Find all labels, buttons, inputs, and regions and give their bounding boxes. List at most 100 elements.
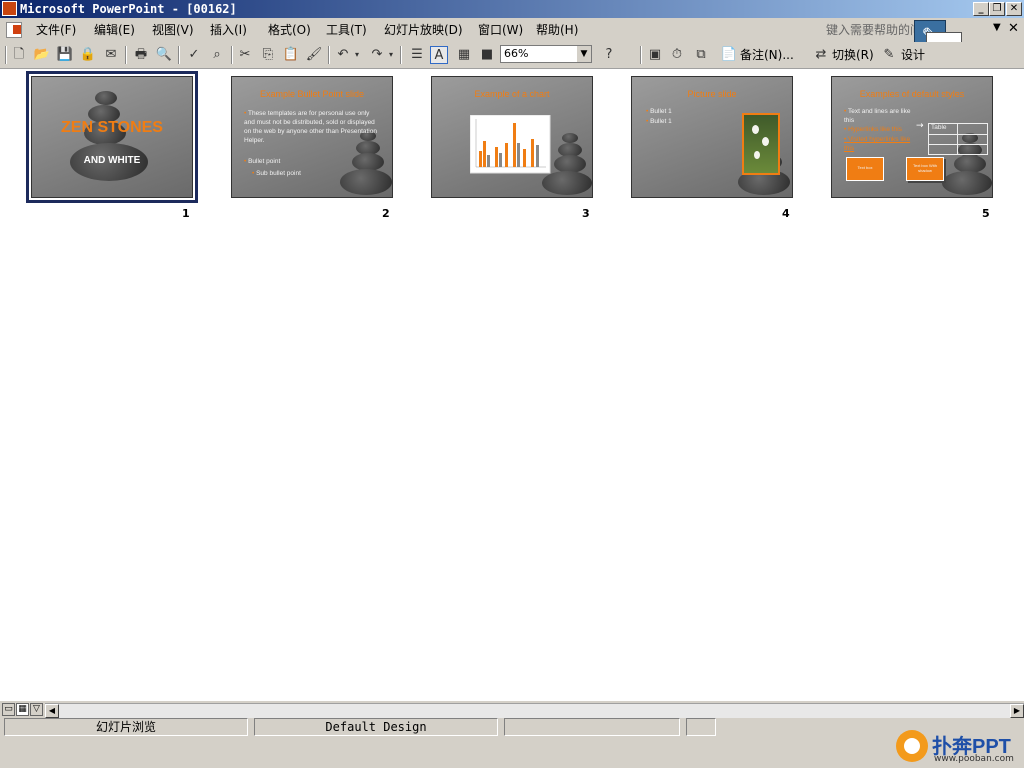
slide-number: 1 — [182, 207, 190, 220]
print-preview-icon[interactable]: 🔍 — [155, 46, 173, 64]
slide-bullet-1: • These templates are for personal use o… — [244, 109, 382, 145]
scroll-right-icon[interactable]: ▶ — [1010, 704, 1024, 718]
help-dropdown-arrow-icon[interactable]: ▼ — [993, 22, 1001, 33]
normal-view-icon[interactable]: ▭ — [2, 703, 15, 716]
slide-thumbnail-2[interactable]: Example Bullet Point slide • These templ… — [231, 76, 393, 198]
shape-label-1: Text box — [857, 165, 873, 170]
slide-sorter-view-icon[interactable]: ▦ — [16, 703, 29, 716]
format-painter-icon[interactable]: 🖌 — [305, 46, 323, 64]
transition-icon[interactable]: ⇄ — [812, 46, 830, 64]
bullet-text: Bullet point — [248, 158, 281, 165]
stone — [340, 169, 392, 195]
snowdrop-picture — [742, 113, 780, 175]
slide-number: 2 — [382, 207, 390, 220]
copy-icon[interactable]: ⎘ — [259, 46, 277, 64]
bullet-text: Text and lines are like this — [844, 108, 911, 124]
title-bar: Microsoft PowerPoint - [00162] _ ❐ ✕ — [0, 0, 1024, 18]
menu-help[interactable]: 帮助(H) — [536, 22, 578, 38]
grid-icon[interactable]: ▦ — [455, 46, 473, 64]
color-grayscale-icon[interactable]: ■ — [478, 46, 496, 64]
bullet-marker-icon: • — [244, 110, 247, 117]
status-bar: 幻灯片浏览 Default Design — [0, 717, 1024, 737]
toolbar-separator — [640, 46, 642, 64]
status-design: Default Design — [254, 718, 498, 736]
slide-bullet-1: • Bullet 1 — [646, 107, 672, 116]
design-button[interactable]: 设计 — [901, 47, 925, 63]
menu-format[interactable]: 格式(O) — [268, 22, 311, 38]
slide-title: ZEN STONES — [61, 119, 163, 136]
zoom-select[interactable]: 66% ▼ — [500, 45, 592, 63]
window-title: Microsoft PowerPoint - [00162] — [20, 2, 237, 16]
slide-thumbnail-5[interactable]: Examples of default styles • Text and li… — [831, 76, 993, 198]
toolbar-separator — [400, 46, 402, 64]
menu-edit[interactable]: 编辑(E) — [94, 22, 135, 38]
redo-dropdown-icon[interactable]: ▾ — [386, 46, 396, 64]
cut-icon[interactable]: ✂ — [236, 46, 254, 64]
email-icon[interactable]: ✉ — [102, 46, 120, 64]
show-formatting-icon[interactable]: A — [430, 46, 448, 64]
menu-insert[interactable]: 插入(I) — [210, 22, 247, 38]
toolbar-separator — [328, 46, 330, 64]
status-area: ▭ ▦ ▽ ◀ ▶ 幻灯片浏览 Default Design — [0, 701, 1024, 768]
rehearse-timings-icon[interactable]: ⏱ — [668, 46, 686, 64]
slide-subtitle: AND WHITE — [83, 155, 141, 166]
bullet-text: Sub bullet point — [256, 170, 301, 177]
stone — [942, 171, 992, 195]
bullet-text: Visited hyperlinks like this — [844, 136, 911, 152]
new-icon[interactable]: 🗋 — [10, 46, 28, 64]
restore-button[interactable]: ❐ — [989, 2, 1005, 16]
bullet-marker-icon: • — [844, 108, 847, 115]
research-icon[interactable]: ⌕ — [208, 46, 226, 64]
summary-slide-icon[interactable]: ⧉ — [692, 46, 710, 64]
permission-icon[interactable]: 🔒 — [79, 46, 97, 64]
document-close-button[interactable]: ✕ — [1008, 21, 1019, 36]
stone — [95, 91, 117, 105]
slide-title: Example Bullet Point slide — [259, 89, 365, 99]
hide-slide-icon[interactable]: ▣ — [646, 46, 664, 64]
bullet-marker-icon: • — [252, 170, 255, 177]
slide-title: Example of a chart — [474, 89, 550, 99]
bullet-text: Bullet 1 — [650, 108, 672, 115]
bullet-text: Bullet 1 — [650, 118, 672, 125]
scroll-left-icon[interactable]: ◀ — [45, 704, 59, 718]
undo-dropdown-icon[interactable]: ▾ — [352, 46, 362, 64]
expand-all-icon[interactable]: ☰ — [408, 46, 426, 64]
zoom-dropdown-icon[interactable]: ▼ — [577, 46, 591, 62]
slideshow-view-icon[interactable]: ▽ — [30, 703, 43, 716]
slide-thumbnail-1[interactable]: ZEN STONES AND WHITE — [26, 71, 198, 203]
toolbar-separator — [231, 46, 233, 64]
slide-thumbnail-4[interactable]: Picture slide • Bullet 1 • Bullet 1 — [631, 76, 793, 198]
bullet-marker-icon: • — [844, 136, 847, 143]
horizontal-scrollbar[interactable]: ◀ ▶ — [45, 703, 1024, 718]
save-icon[interactable]: 💾 — [56, 46, 74, 64]
close-window-button[interactable]: ✕ — [1006, 2, 1022, 16]
minimize-button[interactable]: _ — [973, 2, 989, 16]
print-icon[interactable]: 🖶 — [132, 46, 150, 64]
paste-icon[interactable]: 📋 — [282, 46, 300, 64]
slide-bullet-3: • Sub bullet point — [252, 169, 301, 178]
transition-button[interactable]: 切换(R) — [832, 47, 874, 63]
bullet-marker-icon: • — [844, 126, 847, 133]
redo-icon[interactable]: ↷ — [368, 46, 386, 64]
spelling-icon[interactable]: ✓ — [185, 46, 203, 64]
slide-title: Picture slide — [687, 89, 737, 99]
notes-icon[interactable]: 📄 — [720, 46, 738, 64]
undo-icon[interactable]: ↶ — [334, 46, 352, 64]
open-icon[interactable]: 📂 — [33, 46, 51, 64]
powerpoint-app-icon[interactable] — [2, 1, 17, 16]
menu-slideshow[interactable]: 幻灯片放映(D) — [384, 22, 463, 38]
menu-tools[interactable]: 工具(T) — [326, 22, 367, 38]
design-icon[interactable]: ✎ — [880, 46, 898, 64]
toolbar-grip[interactable] — [5, 46, 7, 64]
slide-thumbnail-3[interactable]: Example of a chart — [431, 76, 593, 198]
menu-window[interactable]: 窗口(W) — [478, 22, 523, 38]
menu-file[interactable]: 文件(F) — [36, 22, 76, 38]
document-icon[interactable] — [6, 22, 22, 38]
slide-title: Examples of default styles — [859, 89, 965, 99]
watermark-url: www.pooban.com — [934, 754, 1014, 764]
notes-button[interactable]: 备注(N)... — [740, 47, 794, 63]
menu-view[interactable]: 视图(V) — [152, 22, 194, 38]
bullet-marker-icon: • — [646, 108, 649, 115]
help-icon[interactable]: ? — [600, 46, 618, 64]
arrow-icon: → — [916, 121, 924, 131]
